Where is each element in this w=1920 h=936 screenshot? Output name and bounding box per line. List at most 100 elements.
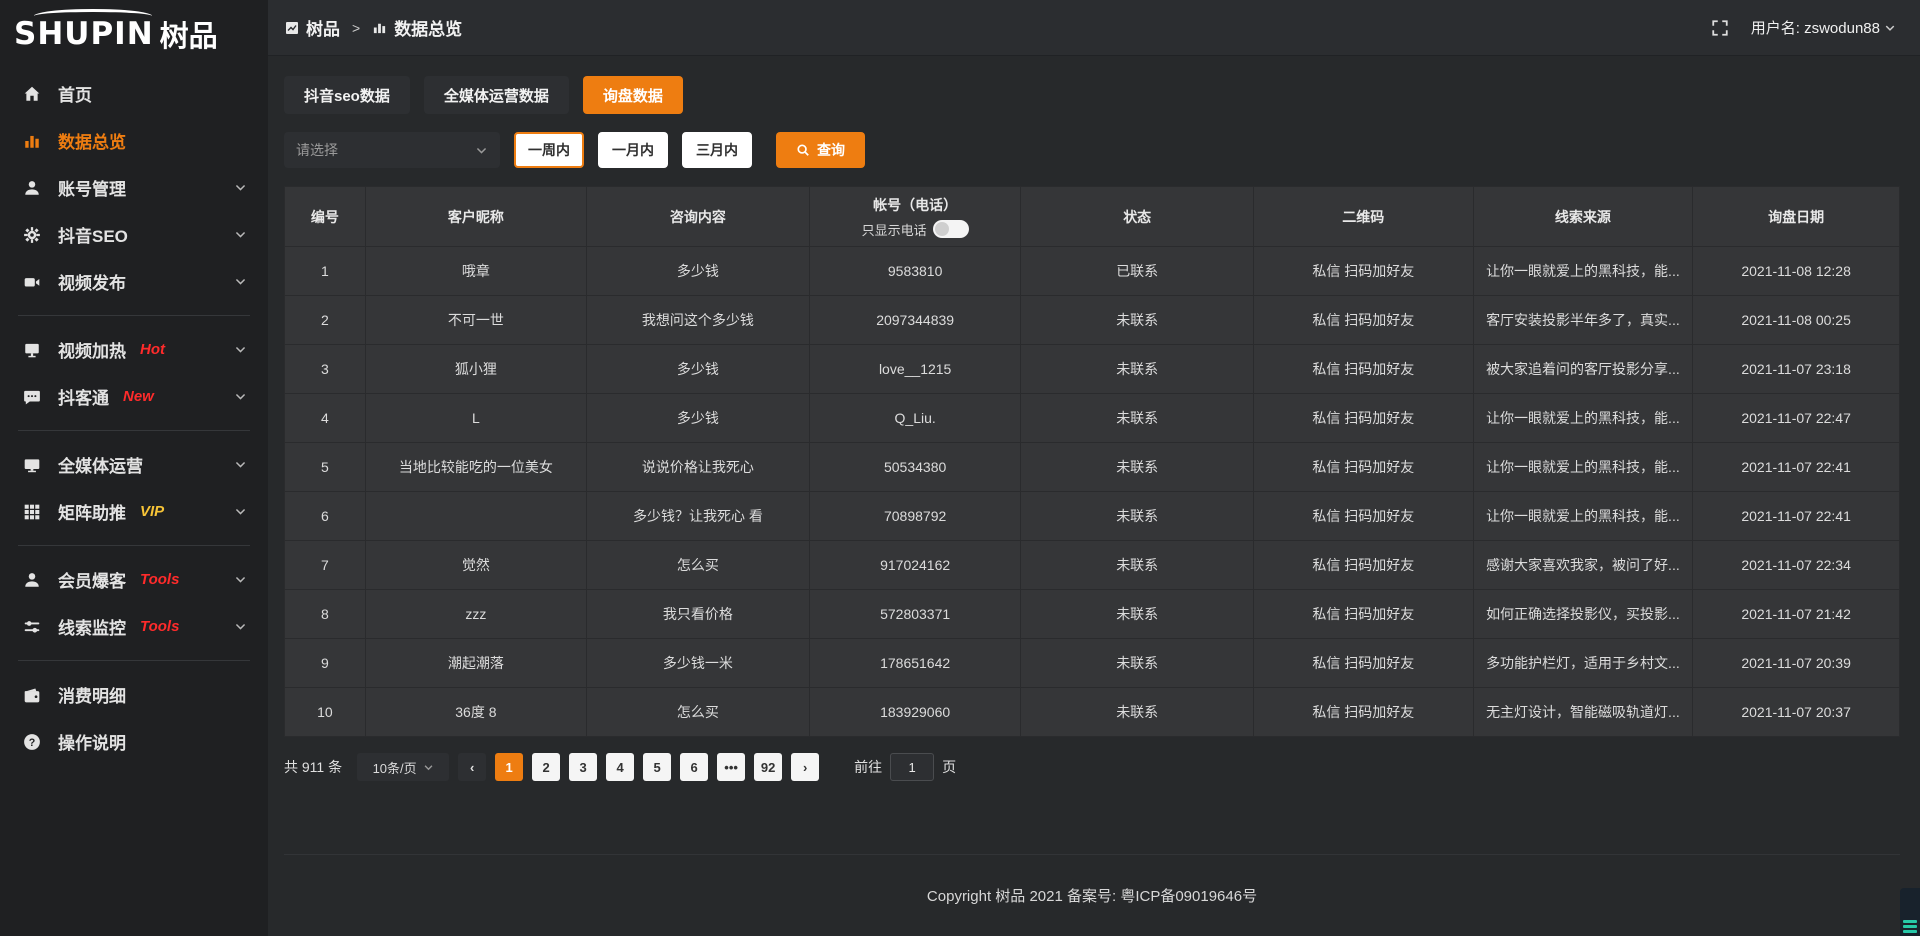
row-qr-link[interactable]: 私信 扫码加好友: [1253, 443, 1473, 492]
fullscreen-icon[interactable]: [1711, 19, 1729, 37]
row-source-link[interactable]: 让你一眼就爱上的黑科技，能...: [1473, 443, 1693, 492]
page-button-1[interactable]: 1: [495, 753, 523, 781]
row-qr-link[interactable]: 私信 扫码加好友: [1253, 394, 1473, 443]
row-source-link[interactable]: 让你一眼就爱上的黑科技，能...: [1473, 247, 1693, 296]
row-content: 怎么买: [587, 688, 810, 737]
breadcrumb: 树品 > 数据总览: [284, 15, 462, 40]
page-ellipsis-button[interactable]: •••: [717, 753, 745, 781]
page-button-2[interactable]: 2: [532, 753, 560, 781]
page-size-select[interactable]: 10条/页: [357, 753, 449, 781]
tab-全媒体运营数据[interactable]: 全媒体运营数据: [424, 76, 569, 114]
filter-row: 请选择 一周内一月内三月内 查询: [284, 132, 1900, 168]
chevron-down-icon: [234, 181, 248, 195]
row-nickname: zzz: [365, 590, 586, 639]
row-qr-link[interactable]: 私信 扫码加好友: [1253, 590, 1473, 639]
sidebar-item-视频加热[interactable]: 视频加热Hot: [0, 326, 268, 373]
table-row: 1036度 8怎么买183929060未联系私信 扫码加好友无主灯设计，智能磁吸…: [285, 688, 1900, 737]
sidebar-item-会员爆客[interactable]: 会员爆客Tools: [0, 556, 268, 603]
sidebar-item-操作说明[interactable]: ?操作说明: [0, 718, 268, 765]
sidebar-item-消费明细[interactable]: 消费明细: [0, 671, 268, 718]
column-id: 编号: [285, 187, 366, 247]
tab-询盘数据[interactable]: 询盘数据: [583, 76, 683, 114]
column-account: 帐号（电话） 只显示电话: [809, 187, 1021, 247]
row-account: 178651642: [809, 639, 1021, 688]
row-status: 已联系: [1021, 247, 1254, 296]
row-source-link[interactable]: 让你一眼就爱上的黑科技，能...: [1473, 394, 1693, 443]
row-status: 未联系: [1021, 639, 1254, 688]
row-source-link[interactable]: 感谢大家喜欢我家，被问了好...: [1473, 541, 1693, 590]
row-source-link[interactable]: 让你一眼就爱上的黑科技，能...: [1473, 492, 1693, 541]
row-qr-link[interactable]: 私信 扫码加好友: [1253, 688, 1473, 737]
page-button-3[interactable]: 3: [569, 753, 597, 781]
tab-bar: 抖音seo数据全媒体运营数据询盘数据: [284, 76, 1900, 114]
row-id: 9: [285, 639, 366, 688]
row-source-link[interactable]: 无主灯设计，智能磁吸轨道灯...: [1473, 688, 1693, 737]
prev-page-button[interactable]: ‹: [458, 753, 486, 781]
row-content: 怎么买: [587, 541, 810, 590]
sidebar-item-label: 全媒体运营: [58, 452, 143, 477]
row-source-link[interactable]: 被大家追着问的客厅投影分享...: [1473, 345, 1693, 394]
sidebar-item-抖客通[interactable]: 抖客通New: [0, 373, 268, 420]
user-menu[interactable]: 用户名: zswodun88: [1751, 17, 1896, 38]
row-source-link[interactable]: 多功能护栏灯，适用于乡村文...: [1473, 639, 1693, 688]
bar-chart-icon: [372, 20, 388, 36]
row-nickname: [365, 492, 586, 541]
sidebar-item-全媒体运营[interactable]: 全媒体运营: [0, 441, 268, 488]
logo-arc-decoration: [34, 9, 152, 23]
row-date: 2021-11-07 22:47: [1693, 394, 1900, 443]
chevron-down-icon: [423, 762, 434, 773]
goto-page-input[interactable]: [890, 753, 934, 781]
range-button-一月内[interactable]: 一月内: [598, 132, 668, 168]
next-page-button[interactable]: ›: [791, 753, 819, 781]
row-id: 3: [285, 345, 366, 394]
logo-text-cn: 树品: [160, 13, 218, 55]
row-date: 2021-11-07 22:41: [1693, 443, 1900, 492]
query-button[interactable]: 查询: [776, 132, 865, 168]
chat-widget[interactable]: [1900, 888, 1920, 936]
sidebar-item-label: 账号管理: [58, 175, 126, 200]
row-content: 多少钱: [587, 394, 810, 443]
row-source-link[interactable]: 如何正确选择投影仪，买投影...: [1473, 590, 1693, 639]
sidebar-item-抖音SEO[interactable]: 抖音SEO: [0, 211, 268, 258]
row-qr-link[interactable]: 私信 扫码加好友: [1253, 345, 1473, 394]
row-date: 2021-11-08 12:28: [1693, 247, 1900, 296]
sidebar-item-矩阵助推[interactable]: 矩阵助推VIP: [0, 488, 268, 535]
widget-bar: [1903, 925, 1917, 928]
filter-select[interactable]: 请选择: [284, 132, 500, 168]
range-buttons: 一周内一月内三月内: [514, 132, 752, 168]
row-qr-link[interactable]: 私信 扫码加好友: [1253, 541, 1473, 590]
row-status: 未联系: [1021, 688, 1254, 737]
sidebar-item-label: 视频发布: [58, 269, 126, 294]
sidebar-item-线索监控[interactable]: 线索监控Tools: [0, 603, 268, 650]
table-row: 8zzz我只看价格572803371未联系私信 扫码加好友如何正确选择投影仪，买…: [285, 590, 1900, 639]
row-nickname: 不可一世: [365, 296, 586, 345]
chevron-down-icon: [475, 144, 488, 157]
range-button-三月内[interactable]: 三月内: [682, 132, 752, 168]
page-button-6[interactable]: 6: [680, 753, 708, 781]
sidebar-item-视频发布[interactable]: 视频发布: [0, 258, 268, 305]
tab-抖音seo数据[interactable]: 抖音seo数据: [284, 76, 410, 114]
row-qr-link[interactable]: 私信 扫码加好友: [1253, 296, 1473, 345]
row-source-link[interactable]: 客厅安装投影半年多了，真实...: [1473, 296, 1693, 345]
range-button-一周内[interactable]: 一周内: [514, 132, 584, 168]
page-button-4[interactable]: 4: [606, 753, 634, 781]
phone-only-toggle[interactable]: [933, 220, 969, 238]
row-qr-link[interactable]: 私信 扫码加好友: [1253, 639, 1473, 688]
sidebar-item-首页[interactable]: 首页: [0, 70, 268, 117]
row-qr-link[interactable]: 私信 扫码加好友: [1253, 492, 1473, 541]
sidebar-item-数据总览[interactable]: 数据总览: [0, 117, 268, 164]
page-button-92[interactable]: 92: [754, 753, 782, 781]
row-account: love__1215: [809, 345, 1021, 394]
page-button-5[interactable]: 5: [643, 753, 671, 781]
breadcrumb-root[interactable]: 树品: [306, 15, 340, 40]
chevron-down-icon: [234, 275, 248, 289]
row-id: 1: [285, 247, 366, 296]
sidebar-item-账号管理[interactable]: 账号管理: [0, 164, 268, 211]
logo: SHUPIN 树品: [0, 8, 268, 60]
row-qr-link[interactable]: 私信 扫码加好友: [1253, 247, 1473, 296]
chevron-down-icon: [234, 505, 248, 519]
sidebar-item-label: 抖客通: [58, 384, 109, 409]
sidebar-item-label: 数据总览: [58, 128, 126, 153]
row-content: 我想问这个多少钱: [587, 296, 810, 345]
sidebar: SHUPIN 树品 首页数据总览账号管理抖音SEO 视频发布视频加热Hot抖客通N…: [0, 0, 268, 936]
